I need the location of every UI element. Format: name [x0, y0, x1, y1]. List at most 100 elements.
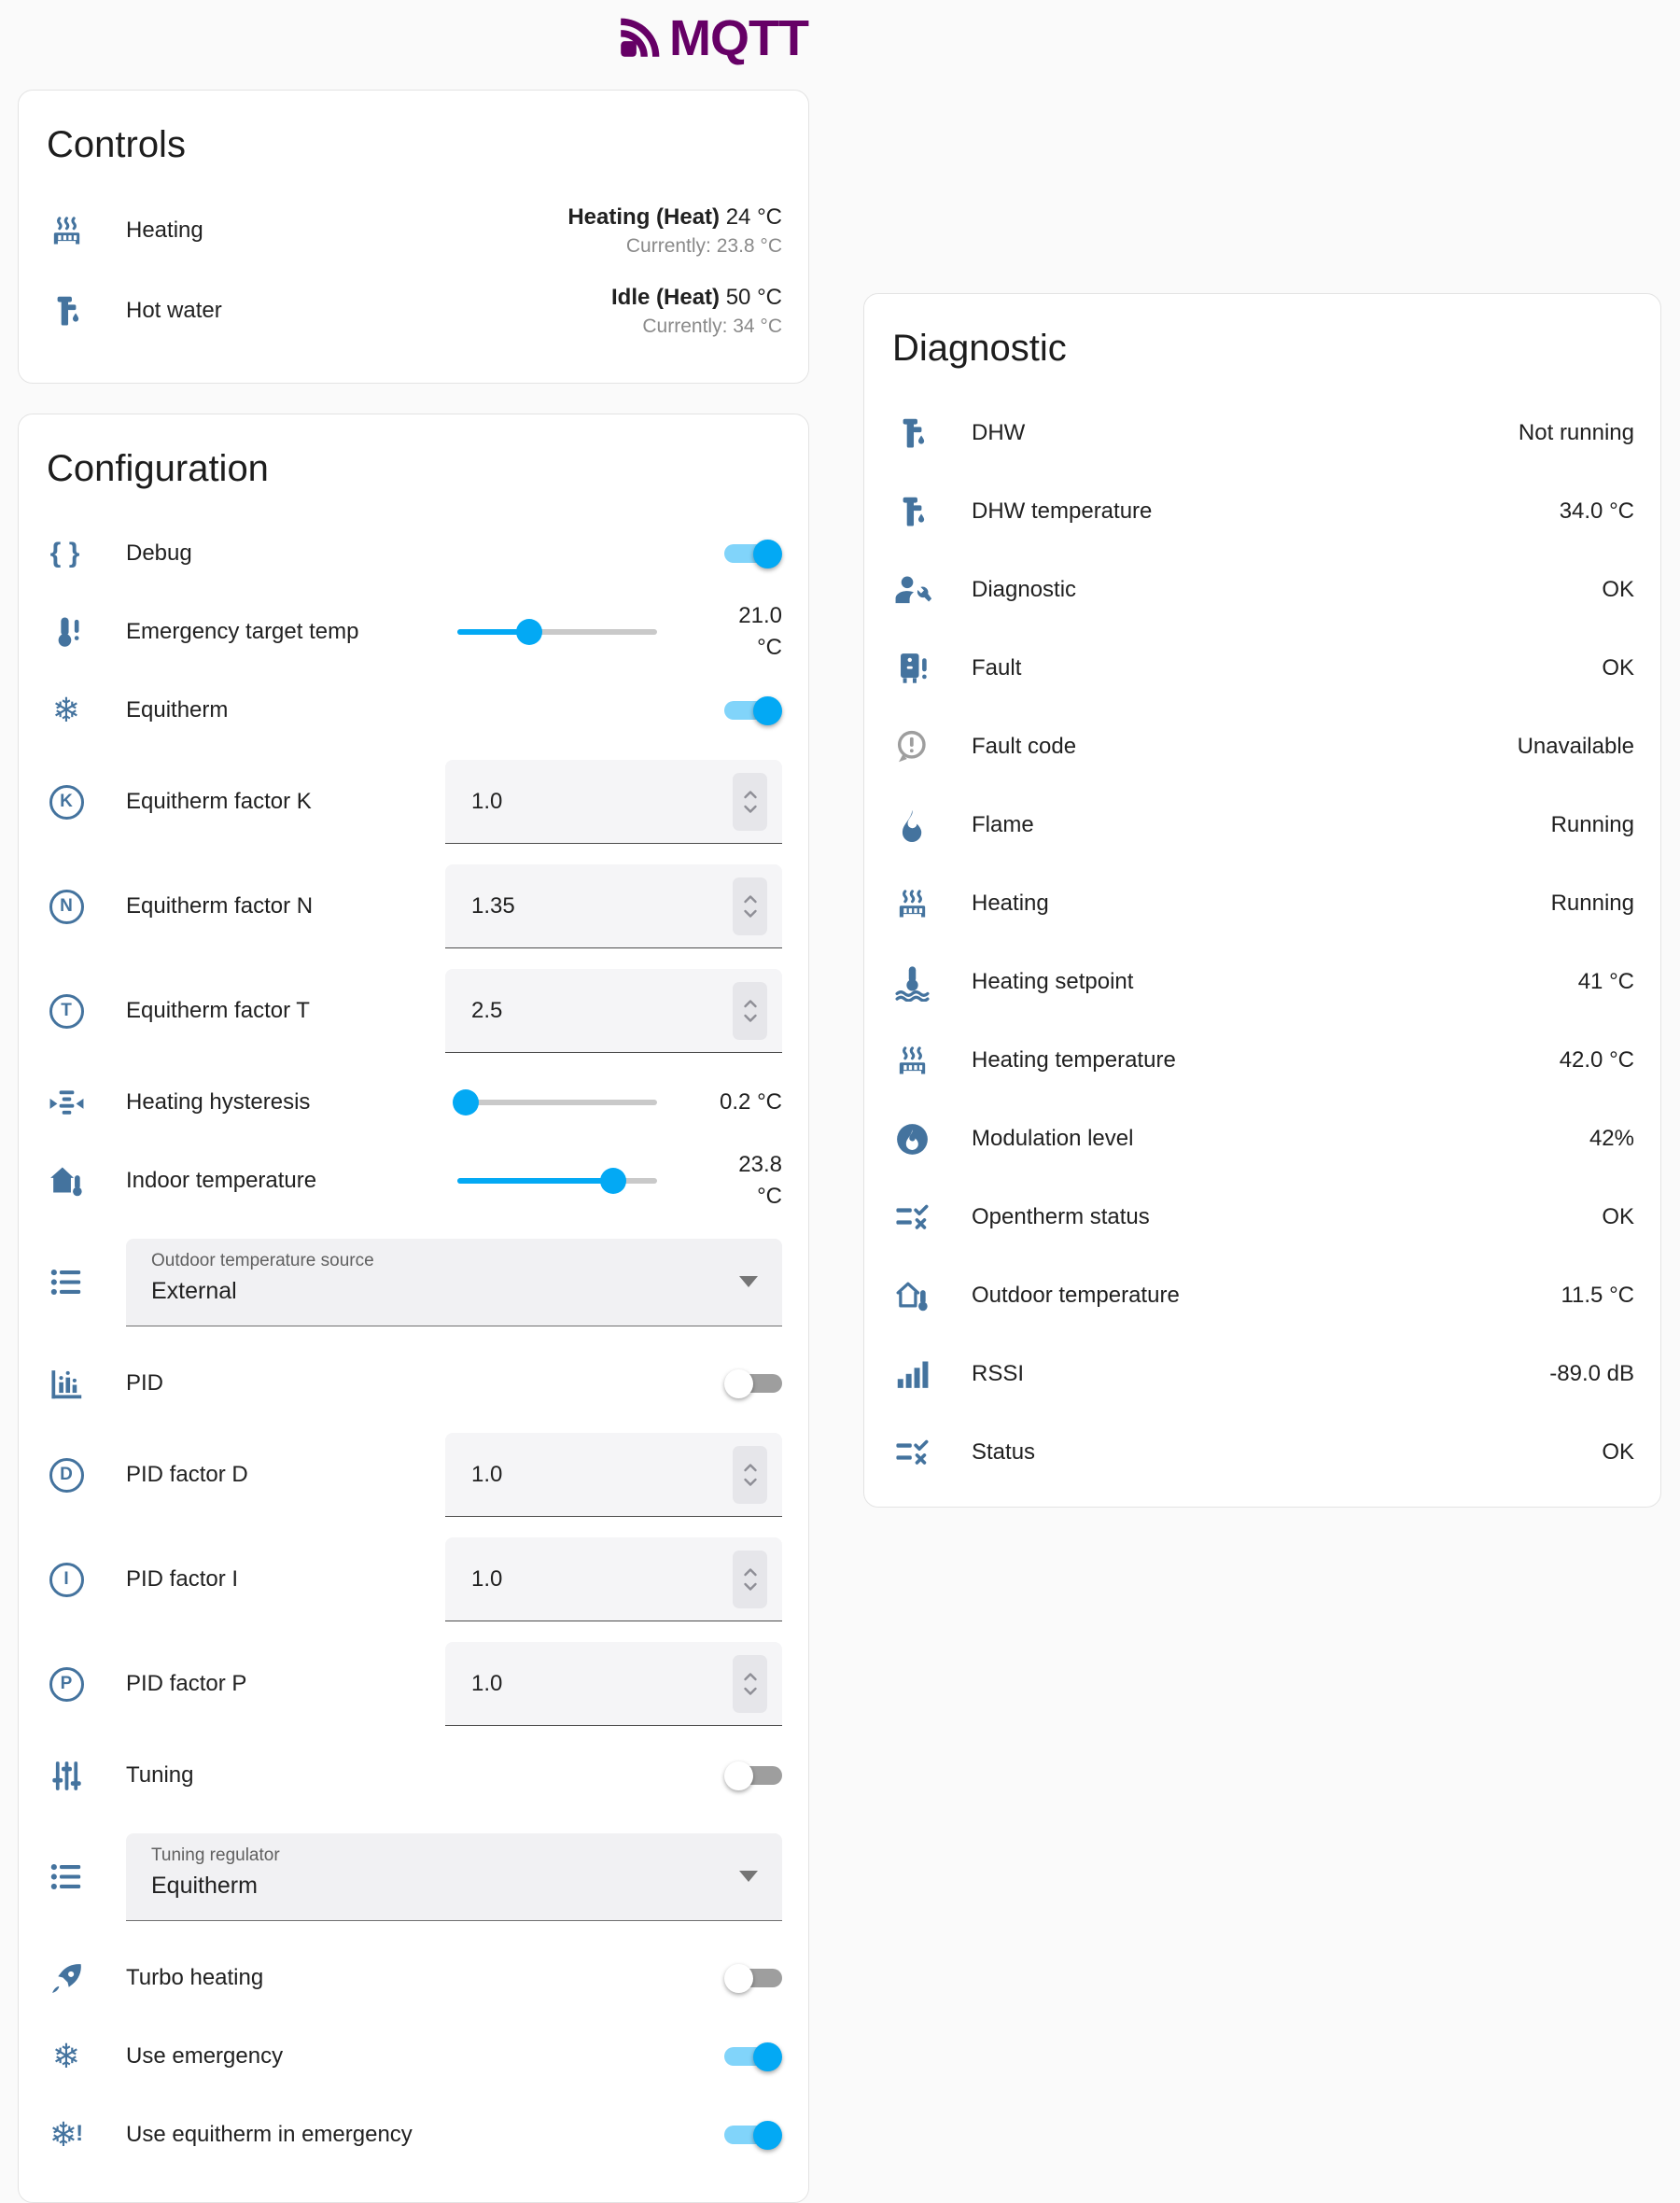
number-input[interactable]: 1.0	[445, 1642, 782, 1726]
diagnostic-row[interactable]: Fault OK	[890, 629, 1634, 708]
radiator-icon	[45, 209, 88, 252]
diagnostic-label: Heating setpoint	[972, 969, 1578, 995]
diagnostic-value: 42%	[1589, 1126, 1634, 1152]
select-value: Equitherm	[151, 1873, 726, 1900]
message-alert-icon	[890, 725, 933, 768]
config-row-select: Tuning regulator Equitherm	[45, 1815, 782, 1939]
home-thermometer-outline-icon	[890, 1274, 933, 1317]
select-value: External	[151, 1278, 726, 1305]
number-input-value: 1.0	[471, 1566, 733, 1593]
number-stepper[interactable]	[733, 1655, 767, 1713]
config-row-toggle: ❄ Equitherm	[45, 671, 782, 750]
snowflake-alert-icon: ❄!	[45, 2113, 88, 2156]
toggle-thumb	[753, 2042, 782, 2071]
slider-thumb[interactable]	[600, 1168, 626, 1194]
diagnostic-row[interactable]: DHW Not running	[890, 394, 1634, 472]
diagnostic-row[interactable]: Outdoor temperature 11.5 °C	[890, 1256, 1634, 1335]
number-stepper[interactable]	[733, 1551, 767, 1608]
toggle-switch[interactable]	[724, 2119, 782, 2151]
diagnostic-value: OK	[1602, 577, 1634, 603]
diagnostic-card-title: Diagnostic	[890, 294, 1634, 394]
toggle-switch[interactable]	[724, 1760, 782, 1791]
diagnostic-card: Diagnostic DHW Not running DHW temperatu…	[863, 293, 1661, 1508]
diagnostic-row[interactable]: Opentherm status OK	[890, 1178, 1634, 1256]
diagnostic-value: 11.5 °C	[1561, 1283, 1634, 1309]
toggle-thumb	[724, 1761, 753, 1790]
config-row-number: T Equitherm factor T 2.5	[45, 959, 782, 1063]
diagnostic-row[interactable]: Heating setpoint 41 °C	[890, 943, 1634, 1021]
diagnostic-row[interactable]: RSSI -89.0 dB	[890, 1335, 1634, 1413]
number-stepper[interactable]	[733, 1446, 767, 1504]
controls-row[interactable]: Hot water Idle (Heat) 50 °C Currently: 3…	[45, 271, 782, 351]
toggle-switch[interactable]	[724, 2041, 782, 2072]
value-slider[interactable]	[457, 1088, 657, 1116]
diagnostic-row[interactable]: Flame Running	[890, 786, 1634, 864]
slider-thumb[interactable]	[516, 619, 542, 645]
toggle-thumb	[753, 2121, 782, 2150]
diagnostic-label: DHW	[972, 420, 1519, 446]
select-input[interactable]: Tuning regulator Equitherm	[126, 1833, 782, 1921]
diagnostic-row[interactable]: Fault code Unavailable	[890, 708, 1634, 786]
diagnostic-row[interactable]: Heating temperature 42.0 °C	[890, 1021, 1634, 1100]
value-slider[interactable]	[457, 1167, 657, 1195]
slider-thumb[interactable]	[453, 1089, 479, 1116]
mqtt-logo-text: MQTT	[669, 9, 808, 67]
diagnostic-row[interactable]: Status OK	[890, 1413, 1634, 1492]
number-stepper[interactable]	[733, 877, 767, 935]
config-label: Emergency target temp	[126, 619, 457, 645]
config-row-number: N Equitherm factor N 1.35	[45, 854, 782, 959]
config-label: Indoor temperature	[126, 1168, 457, 1194]
value-slider[interactable]	[457, 618, 657, 646]
control-state-current: Currently: 23.8 °C	[567, 232, 782, 260]
diagnostic-value: Running	[1551, 891, 1634, 917]
number-input[interactable]: 1.0	[445, 1433, 782, 1517]
slider-value-line: °C	[681, 632, 782, 664]
thermometer-alert-icon	[45, 610, 88, 653]
mqtt-logo: MQTT	[616, 9, 808, 67]
diagnostic-row[interactable]: DHW temperature 34.0 °C	[890, 472, 1634, 551]
control-state-value: 24 °C	[726, 204, 782, 230]
diagnostic-label: Fault code	[972, 734, 1518, 760]
controls-row[interactable]: Heating Heating (Heat) 24 °C Currently: …	[45, 190, 782, 271]
diagnostic-value: Not running	[1519, 420, 1634, 446]
number-stepper[interactable]	[733, 982, 767, 1040]
number-input[interactable]: 1.35	[445, 864, 782, 948]
control-state-current: Currently: 34 °C	[611, 313, 782, 340]
number-input[interactable]: 1.0	[445, 1537, 782, 1621]
diagnostic-row[interactable]: Modulation level 42%	[890, 1100, 1634, 1178]
water-pump-icon	[890, 412, 933, 455]
list-status-icon	[890, 1431, 933, 1474]
toggle-switch[interactable]	[724, 695, 782, 726]
diagnostic-row[interactable]: Heating Running	[890, 864, 1634, 943]
config-label: Use emergency	[126, 2043, 724, 2070]
number-input-value: 1.0	[471, 1671, 733, 1697]
diagnostic-row[interactable]: Diagnostic OK	[890, 551, 1634, 629]
diagnostic-value: OK	[1602, 1439, 1634, 1466]
config-label: Equitherm factor T	[126, 998, 445, 1024]
rocket-icon	[45, 1957, 88, 2000]
toggle-switch[interactable]	[724, 538, 782, 569]
number-input[interactable]: 2.5	[445, 969, 782, 1053]
toggle-thumb	[724, 1964, 753, 1993]
slider-value: 21.0°C	[681, 600, 782, 664]
toggle-switch[interactable]	[724, 1368, 782, 1399]
diagnostic-value: Running	[1551, 812, 1634, 838]
config-row-toggle: Tuning	[45, 1736, 782, 1815]
letter-p-circle-icon: P	[45, 1663, 88, 1705]
number-stepper[interactable]	[733, 773, 767, 831]
diagnostic-value: 42.0 °C	[1560, 1047, 1634, 1073]
config-row-select: Outdoor temperature source External	[45, 1220, 782, 1344]
diagnostic-label: Outdoor temperature	[972, 1283, 1561, 1309]
configuration-card-title: Configuration	[45, 414, 782, 514]
select-label: Outdoor temperature source	[151, 1251, 726, 1271]
number-input[interactable]: 1.0	[445, 760, 782, 844]
control-state: Heating (Heat) 24 °C Currently: 23.8 °C	[567, 202, 782, 260]
radiator-icon	[890, 1039, 933, 1082]
hysteresis-icon	[45, 1081, 88, 1124]
config-label: Equitherm factor K	[126, 789, 445, 815]
config-row-toggle: { } Debug	[45, 514, 782, 593]
select-input[interactable]: Outdoor temperature source External	[126, 1239, 782, 1326]
config-row-slider: Heating hysteresis 0.2 °C	[45, 1063, 782, 1142]
toggle-switch[interactable]	[724, 1962, 782, 1994]
snowflake-sun-icon: ❄	[45, 2035, 88, 2078]
